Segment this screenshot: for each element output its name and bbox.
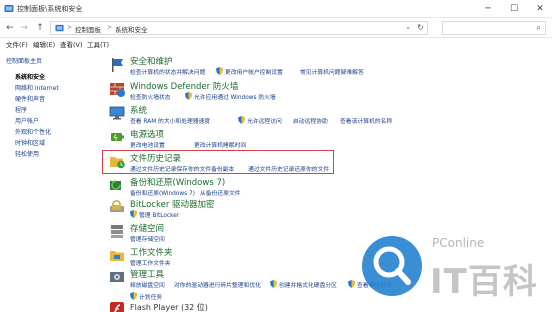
category-firewall[interactable]: Windows Defender 防火墙 xyxy=(130,80,238,92)
link-manage-bitlocker[interactable]: 管理 BitLocker xyxy=(139,210,179,219)
link-backup-restore-win7[interactable]: 备份和还原(Windows 7) xyxy=(130,188,195,197)
link-troubleshoot[interactable]: 常见计算机问题疑难解答 xyxy=(300,67,364,76)
sidebar-item-appearance[interactable]: 外观和个性化 xyxy=(15,127,51,136)
search-input[interactable]: ⌕ xyxy=(442,21,546,35)
sidebar-item-ease-of-access[interactable]: 轻松使用 xyxy=(15,149,39,158)
uac-shield-icon xyxy=(130,292,137,300)
breadcrumb-system-security[interactable]: 系统和安全 xyxy=(115,24,148,34)
navigation-bar: ← → ↑ > 控制面板 > 系统和安全 ⌄ ↻ ⌕ xyxy=(0,18,552,38)
sidebar-item-home[interactable]: 控制面板主页 xyxy=(6,56,42,65)
admin-tools-icon xyxy=(110,272,124,282)
category-backup-restore[interactable]: 备份和还原(Windows 7) xyxy=(130,176,225,188)
category-storage-spaces[interactable]: 存储空间 xyxy=(130,222,164,234)
refresh-icon[interactable]: ↻ xyxy=(417,23,424,32)
pconline-watermark: PConline IT百科 xyxy=(356,232,546,306)
forward-button[interactable]: → xyxy=(18,21,30,35)
link-computer-name[interactable]: 查看该计算机的名称 xyxy=(340,116,392,125)
control-panel-icon xyxy=(4,5,14,12)
breadcrumb-control-panel[interactable]: 控制面板 xyxy=(75,24,101,34)
maximize-button[interactable]: ☐ xyxy=(502,0,526,18)
category-bitlocker[interactable]: BitLocker 驱动器加密 xyxy=(130,198,215,210)
link-allow-remote-access[interactable]: 允许远程访问 xyxy=(247,116,282,125)
link-view-ram[interactable]: 查看 RAM 的大小和处理器速度 xyxy=(130,116,210,125)
link-free-disk-space[interactable]: 释放磁盘空间 xyxy=(130,280,165,289)
menu-tools[interactable]: 工具(T) xyxy=(87,39,109,49)
address-bar[interactable]: > 控制面板 > 系统和安全 ⌄ ↻ xyxy=(50,21,428,35)
sidebar-item-hardware[interactable]: 硬件和声音 xyxy=(15,94,45,103)
menu-bar: 文件(F) 编辑(E) 查看(V) 工具(T) xyxy=(0,38,552,50)
work-folders-icon xyxy=(110,251,124,261)
link-sleep-time[interactable]: 更改计算机睡眠时间 xyxy=(194,140,246,149)
uac-shield-icon xyxy=(216,67,223,75)
category-admin-tools[interactable]: 管理工具 xyxy=(130,268,164,280)
breadcrumb-separator: > xyxy=(107,24,113,31)
menu-file[interactable]: 文件(F) xyxy=(6,39,28,49)
control-panel-icon xyxy=(55,24,64,32)
back-button[interactable]: ← xyxy=(4,21,16,35)
sidebar-item-system-security: 系统和安全 xyxy=(15,74,46,81)
backup-restore-icon xyxy=(110,180,121,190)
link-firewall-status[interactable]: 检查防火墙状态 xyxy=(130,92,171,101)
link-restore-from-backup[interactable]: 从备份还原文件 xyxy=(200,188,241,197)
sidebar-item-programs[interactable]: 程序 xyxy=(15,105,27,114)
watermark-brand-text: IT百科 xyxy=(430,262,538,302)
category-flash-player[interactable]: Flash Player (32 位) xyxy=(130,302,208,312)
link-scheduled-tasks[interactable]: 计划任务 xyxy=(139,292,162,301)
link-battery-settings[interactable]: 更改电池设置 xyxy=(130,140,165,149)
link-uac-settings[interactable]: 更改用户帐户控制设置 xyxy=(225,67,283,76)
menu-view[interactable]: 查看(V) xyxy=(60,39,83,49)
sidebar-item-network[interactable]: 网络和 Internet xyxy=(15,83,59,92)
category-system[interactable]: 系统 xyxy=(130,104,147,116)
title-bar: 控制面板\系统和安全 ─ ☐ ✕ xyxy=(0,0,552,18)
category-work-folders[interactable]: 工作文件夹 xyxy=(130,246,173,258)
link-defrag[interactable]: 对你的驱动器进行碎片整理和优化 xyxy=(174,280,261,289)
flash-player-icon xyxy=(110,302,124,312)
uac-shield-icon xyxy=(348,280,355,288)
uac-shield-icon xyxy=(130,210,137,218)
category-security-maintenance[interactable]: 安全和维护 xyxy=(130,55,173,67)
uac-shield-icon xyxy=(238,116,245,124)
highlight-box xyxy=(102,150,334,174)
category-power-options[interactable]: 电源选项 xyxy=(130,128,164,140)
storage-spaces-icon xyxy=(111,225,123,238)
sidebar-item-clock-region[interactable]: 时钟和区域 xyxy=(15,138,45,147)
magnifier-logo-icon xyxy=(362,236,422,296)
link-manage-work-folders[interactable]: 管理工作文件夹 xyxy=(130,258,171,267)
sidebar-item-users[interactable]: 用户帐户 xyxy=(15,116,39,125)
search-icon[interactable]: ⌕ xyxy=(537,23,541,33)
link-remote-assistance[interactable]: 启动远程协助 xyxy=(293,116,328,125)
breadcrumb-separator: > xyxy=(67,24,73,31)
firewall-icon xyxy=(110,83,125,97)
power-options-icon xyxy=(111,133,124,141)
uac-shield-icon xyxy=(270,280,277,288)
menu-edit[interactable]: 编辑(E) xyxy=(33,39,55,49)
computer-icon xyxy=(109,106,125,120)
minimize-button[interactable]: ─ xyxy=(476,0,500,18)
sidebar: 控制面板主页 系统和安全 网络和 Internet 硬件和声音 程序 用户帐户 … xyxy=(0,52,100,312)
close-button[interactable]: ✕ xyxy=(528,0,552,18)
up-button[interactable]: ↑ xyxy=(34,21,46,35)
link-manage-storage[interactable]: 管理存储空间 xyxy=(130,234,165,243)
bitlocker-icon xyxy=(110,200,124,212)
flag-icon xyxy=(112,58,123,72)
window-title: 控制面板\系统和安全 xyxy=(17,5,83,13)
watermark-pconline-text: PConline xyxy=(432,236,485,250)
link-create-partitions[interactable]: 创建并格式化硬盘分区 xyxy=(279,280,337,289)
address-dropdown-icon[interactable]: ⌄ xyxy=(405,23,411,31)
link-check-status[interactable]: 检查计算机的状态并解决问题 xyxy=(130,67,205,76)
link-allow-app-firewall[interactable]: 允许应用通过 Windows 防火墙 xyxy=(194,92,276,101)
uac-shield-icon xyxy=(185,92,192,100)
